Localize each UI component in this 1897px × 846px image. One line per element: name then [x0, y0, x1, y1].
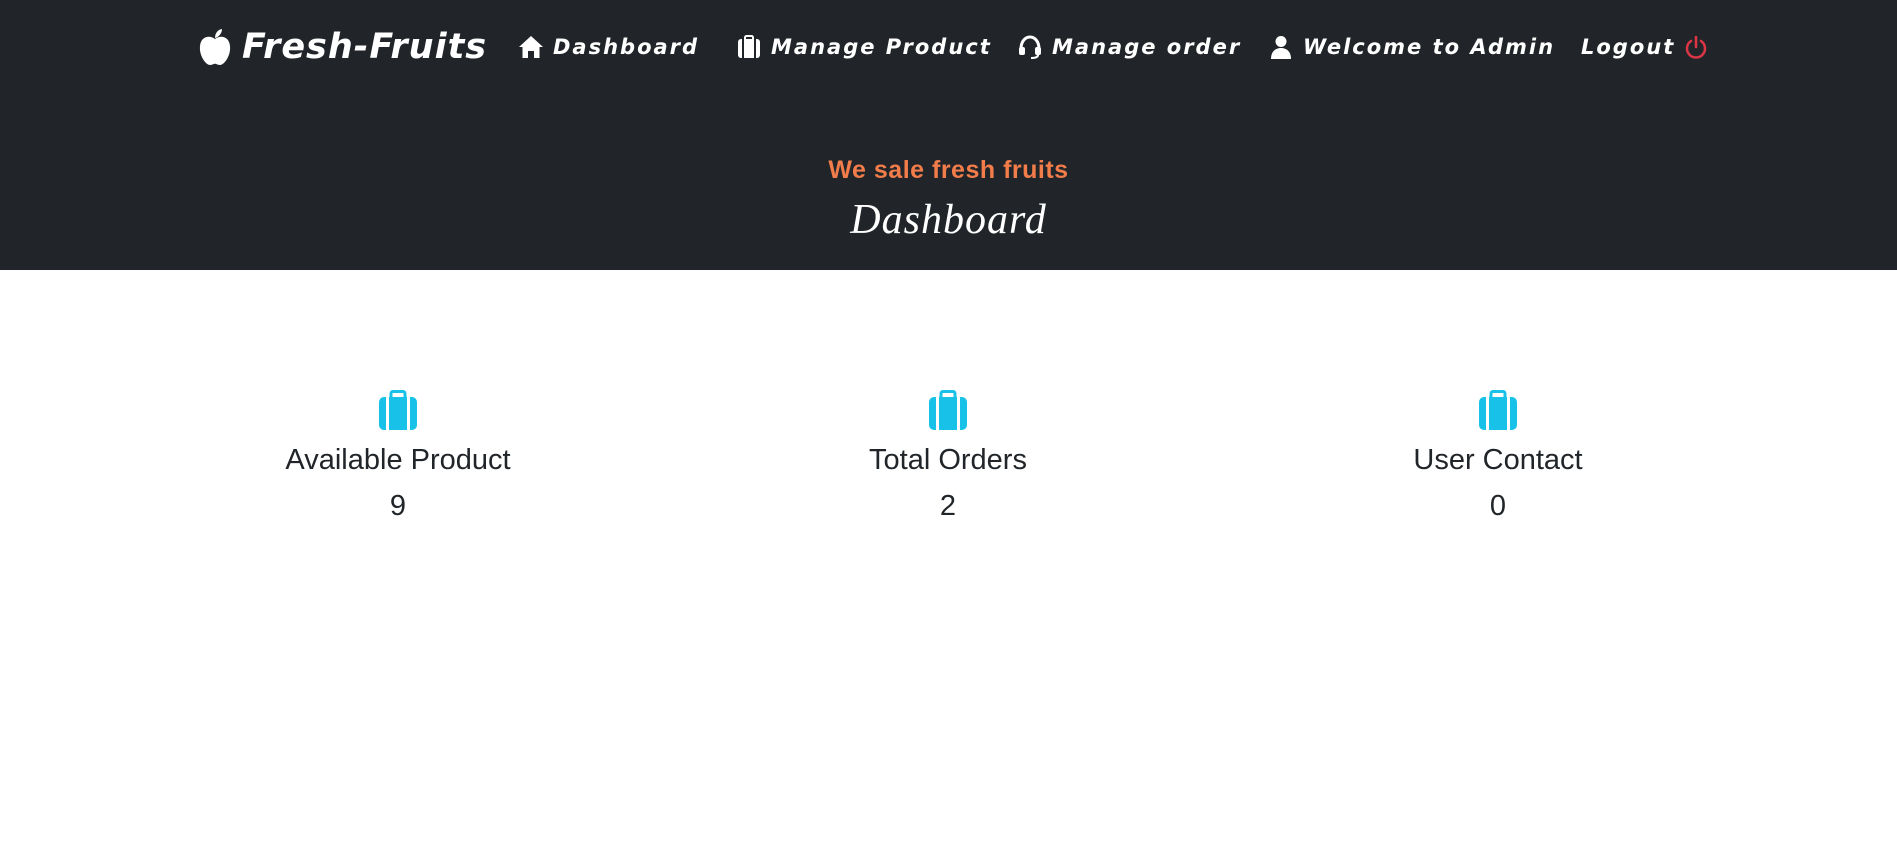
briefcase-icon [1479, 390, 1517, 430]
stat-card-user-contact: User Contact 0 [1248, 390, 1748, 526]
nav-logout-label: Logout [1581, 35, 1676, 59]
nav-dashboard-label: Dashboard [553, 35, 700, 59]
nav-dashboard[interactable]: Dashboard [518, 28, 699, 66]
header: Fresh-Fruits Dashboard Manage Product Ma… [0, 0, 1897, 270]
nav-welcome-admin-label: Welcome to Admin [1303, 35, 1556, 59]
apple-icon [199, 29, 231, 65]
stat-label: User Contact [1413, 444, 1583, 476]
page-title: Dashboard [850, 197, 1047, 243]
stat-label: Available Product [285, 444, 511, 476]
stat-value: 2 [939, 490, 957, 522]
nav-manage-order[interactable]: Manage order [1017, 28, 1241, 66]
stat-card-available-product: Available Product 9 [148, 390, 648, 526]
navbar: Fresh-Fruits Dashboard Manage Product Ma… [0, 0, 1897, 94]
nav-manage-product[interactable]: Manage Product [736, 28, 992, 66]
user-icon [1271, 36, 1291, 59]
stat-label: Total Orders [869, 444, 1027, 476]
nav-welcome-admin[interactable]: Welcome to Admin [1268, 28, 1555, 66]
briefcase-icon [738, 35, 760, 58]
brand-link[interactable]: Fresh-Fruits [198, 22, 487, 72]
stat-value: 9 [389, 490, 407, 522]
brand-name: Fresh-Fruits [242, 27, 488, 67]
stat-card-total-orders: Total Orders 2 [698, 390, 1198, 526]
headset-icon [1019, 35, 1041, 59]
power-icon [1686, 35, 1707, 59]
nav-manage-product-label: Manage Product [771, 35, 992, 59]
stat-value: 0 [1489, 490, 1507, 522]
nav-manage-order-label: Manage order [1052, 35, 1242, 59]
nav-logout[interactable]: Logout [1581, 28, 1709, 66]
hero-subtitle: We sale fresh fruits [828, 156, 1069, 184]
briefcase-icon [379, 390, 417, 430]
home-icon [519, 36, 543, 58]
briefcase-icon [929, 390, 967, 430]
